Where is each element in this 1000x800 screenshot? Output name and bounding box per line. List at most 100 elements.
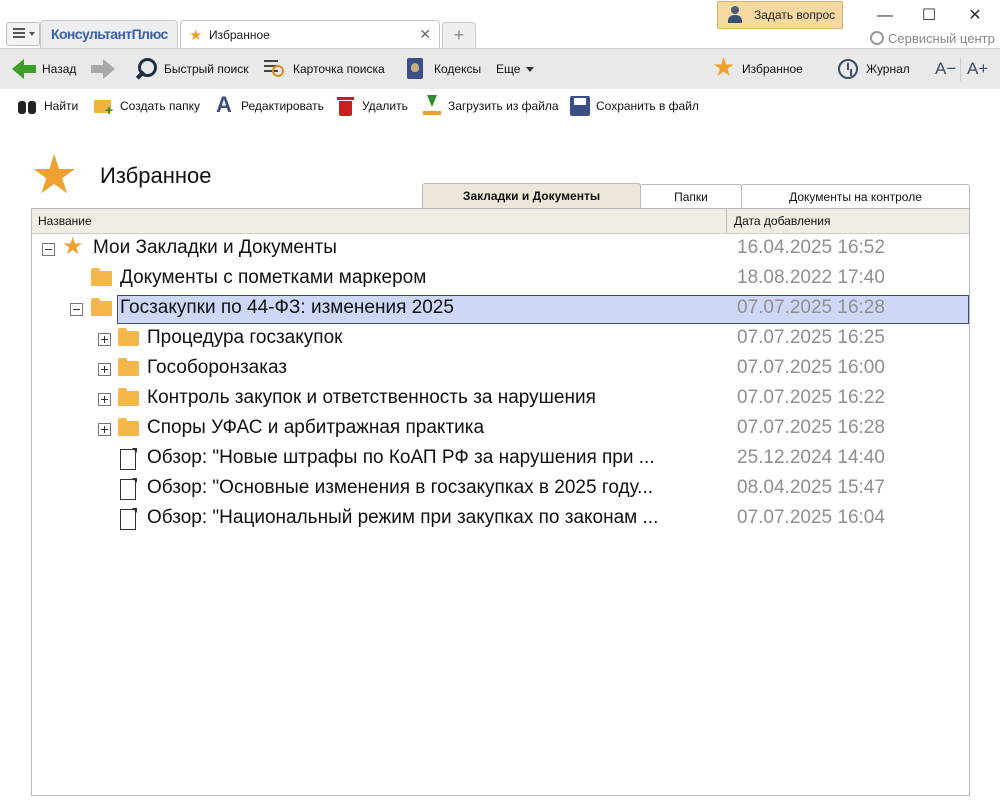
ask-question-label: Задать вопрос xyxy=(754,8,836,22)
search-card-button[interactable]: Карточка поиска xyxy=(263,49,385,89)
favorites-action-bar: Найти Создать папку A Редактировать Удал… xyxy=(0,89,1000,123)
tree-row[interactable]: Документы с пометками маркером 18.08.202… xyxy=(32,265,969,295)
save-to-file-label: Сохранить в файл xyxy=(596,99,699,113)
favorites-label: Избранное xyxy=(742,62,803,76)
create-folder-label: Создать папку xyxy=(120,99,200,113)
codexes-button[interactable]: Кодексы xyxy=(404,49,481,89)
close-window-button[interactable]: ✕ xyxy=(960,6,990,26)
codex-book-icon xyxy=(404,57,428,81)
tree-row[interactable]: Процедура госзакупок 07.07.2025 16:25 xyxy=(32,325,969,355)
chevron-down-icon xyxy=(526,66,535,72)
tree-row[interactable]: ★ Мои Закладки и Документы 16.04.2025 16… xyxy=(32,233,969,265)
tree-row[interactable]: Гособоронзаказ 07.07.2025 16:00 xyxy=(32,355,969,385)
codexes-label: Кодексы xyxy=(434,62,482,76)
back-button[interactable]: Назад xyxy=(12,49,76,89)
find-label: Найти xyxy=(44,99,79,113)
back-label: Назад xyxy=(42,62,77,76)
search-card-icon xyxy=(263,57,287,81)
search-card-label: Карточка поиска xyxy=(293,62,385,76)
column-name-header[interactable]: Название xyxy=(38,214,92,228)
tree-row[interactable]: Контроль закупок и ответственность за на… xyxy=(32,385,969,415)
document-icon xyxy=(120,479,136,500)
service-center-link[interactable]: Сервисный центр xyxy=(870,31,995,46)
collapse-toggle-icon[interactable] xyxy=(70,303,83,316)
floppy-disk-icon xyxy=(569,95,591,117)
tree-row[interactable]: Обзор: "Новые штрафы по КоАП РФ за наруш… xyxy=(32,445,969,475)
row-date: 07.07.2025 16:28 xyxy=(737,417,885,438)
folder-icon xyxy=(118,418,139,436)
folder-icon xyxy=(118,388,139,406)
consultant-person-icon xyxy=(727,6,743,24)
quick-search-label: Быстрый поиск xyxy=(164,62,249,76)
tree-row[interactable]: Обзор: "Национальный режим при закупках … xyxy=(32,505,969,535)
save-to-file-button[interactable]: Сохранить в файл xyxy=(569,89,699,123)
forward-button[interactable] xyxy=(91,49,121,89)
tab-favorites-label: Избранное xyxy=(209,28,270,42)
row-name: Процедура госзакупок xyxy=(147,327,343,348)
star-icon: ★ xyxy=(712,52,736,82)
title-bar: КонсультантПлюс ★ Избранное ✕ + Задать в… xyxy=(0,0,1000,49)
collapse-toggle-icon[interactable] xyxy=(42,243,55,256)
column-header: Название Дата добавления xyxy=(32,209,969,234)
star-icon: ★ xyxy=(189,27,203,44)
journal-button[interactable]: Журнал xyxy=(836,49,910,89)
folder-icon xyxy=(118,328,139,346)
journal-label: Журнал xyxy=(866,62,910,76)
tree-row[interactable]: Споры УФАС и арбитражная практика 07.07.… xyxy=(32,415,969,445)
favorites-large-star-icon: ★ xyxy=(30,145,79,205)
expand-toggle-icon[interactable] xyxy=(98,393,111,406)
expand-toggle-icon[interactable] xyxy=(98,333,111,346)
delete-button[interactable]: Удалить xyxy=(335,89,408,123)
ask-question-button[interactable]: Задать вопрос xyxy=(717,1,843,29)
delete-label: Удалить xyxy=(362,99,408,113)
load-from-file-button[interactable]: Загрузить из файла xyxy=(421,89,559,123)
tab-controlled-documents[interactable]: Документы на контроле xyxy=(741,184,970,209)
font-decrease-button[interactable]: A− xyxy=(935,49,956,89)
tab-folders[interactable]: Папки xyxy=(640,184,742,209)
expand-toggle-icon[interactable] xyxy=(98,423,111,436)
column-date-header[interactable]: Дата добавления xyxy=(734,214,830,228)
toolbar-divider xyxy=(960,57,961,81)
favorites-tree-panel: Название Дата добавления ★ Мои Закладки … xyxy=(31,208,970,796)
search-icon xyxy=(134,57,158,81)
favorites-button[interactable]: ★ Избранное xyxy=(712,49,803,89)
row-date: 16.04.2025 16:52 xyxy=(737,237,885,258)
column-divider[interactable] xyxy=(726,209,727,233)
folder-icon xyxy=(118,358,139,376)
tab-consultant-home[interactable]: КонсультантПлюс xyxy=(40,20,178,49)
tab-bookmarks-documents[interactable]: Закладки и Документы xyxy=(422,183,641,209)
quick-search-button[interactable]: Быстрый поиск xyxy=(134,49,248,89)
edit-text-icon: A xyxy=(216,92,232,117)
main-menu-button[interactable] xyxy=(6,22,40,46)
folder-icon xyxy=(91,268,112,286)
more-menu-button[interactable]: Еще xyxy=(496,49,535,89)
tree-row[interactable]: Обзор: "Основные изменения в госзакупках… xyxy=(32,475,969,505)
row-date: 07.07.2025 16:25 xyxy=(737,327,885,348)
expand-toggle-icon[interactable] xyxy=(98,363,111,376)
page-title: Избранное xyxy=(100,163,212,188)
document-icon xyxy=(120,449,136,470)
edit-button[interactable]: A Редактировать xyxy=(214,89,324,123)
minimize-button[interactable]: — xyxy=(870,6,900,26)
new-tab-button[interactable]: + xyxy=(442,22,476,49)
row-date: 18.08.2022 17:40 xyxy=(737,267,885,288)
find-button[interactable]: Найти xyxy=(17,89,78,123)
create-folder-button[interactable]: Создать папку xyxy=(93,89,200,123)
tree-row-selected[interactable]: Госзакупки по 44-ФЗ: изменения 2025 07.0… xyxy=(32,295,969,325)
row-name: Обзор: "Основные изменения в госзакупках… xyxy=(147,477,654,498)
chevron-down-icon xyxy=(29,32,35,36)
row-name: Госзакупки по 44-ФЗ: изменения 2025 xyxy=(120,297,454,318)
font-increase-button[interactable]: A+ xyxy=(967,49,988,89)
tab-close-icon[interactable]: ✕ xyxy=(419,26,431,43)
trash-icon xyxy=(335,95,357,117)
new-folder-icon xyxy=(93,95,115,117)
service-center-label: Сервисный центр xyxy=(888,31,995,46)
document-icon xyxy=(120,509,136,530)
maximize-button[interactable]: ☐ xyxy=(914,6,944,26)
load-from-file-label: Загрузить из файла xyxy=(448,99,559,113)
star-icon: ★ xyxy=(62,233,84,260)
download-icon xyxy=(421,95,443,117)
row-name: Мои Закладки и Документы xyxy=(93,237,337,258)
tab-favorites[interactable]: ★ Избранное ✕ xyxy=(180,20,440,49)
row-date: 07.07.2025 16:28 xyxy=(737,297,885,318)
